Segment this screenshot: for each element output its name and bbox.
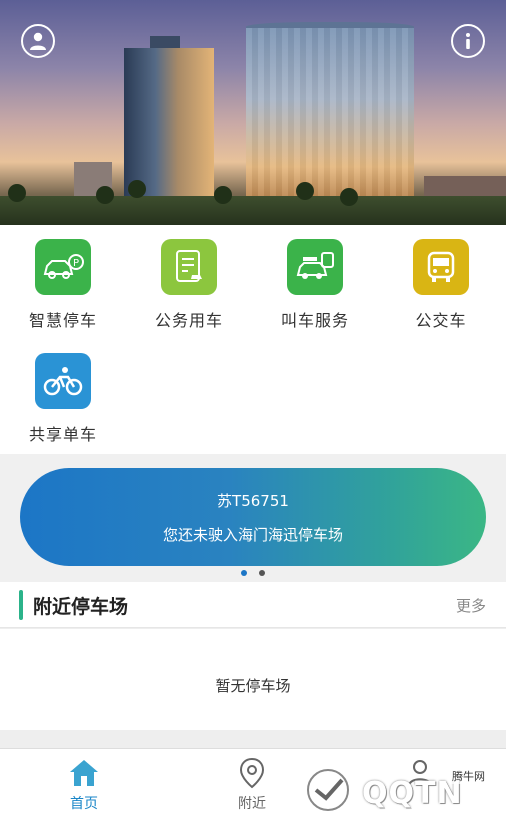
info-icon: [466, 33, 470, 49]
empty-state-text: 暂无停车场: [215, 677, 291, 695]
service-label: 叫车服务: [280, 311, 349, 330]
service-label: 智慧停车: [28, 311, 97, 330]
ground-image: [0, 196, 506, 225]
service-smart-parking[interactable]: P 智慧停车: [0, 225, 126, 335]
building-image: [246, 28, 414, 206]
bus-icon: [413, 239, 469, 295]
car-parking-icon: P: [35, 239, 91, 295]
tree-image: [8, 184, 26, 202]
document-car-icon: [161, 239, 217, 295]
nearby-list: 暂无停车场: [0, 629, 506, 730]
user-icon: [30, 32, 46, 50]
carousel-dot[interactable]: [241, 570, 247, 576]
service-label: 公交车: [415, 311, 467, 330]
profile-button[interactable]: [21, 24, 55, 58]
section-accent-bar: [19, 590, 23, 620]
service-grid: P 智慧停车 公务用车 叫车服务 公交车 共享单车: [0, 225, 506, 454]
service-official-car[interactable]: 公务用车: [126, 225, 252, 335]
section-title: 附近停车场: [33, 596, 129, 618]
tab-profile[interactable]: [336, 749, 504, 820]
bicycle-icon: [35, 353, 91, 409]
nearby-section-header: 附近停车场 更多: [0, 582, 506, 628]
home-icon: [68, 757, 100, 789]
tree-image: [296, 182, 314, 200]
tab-label: 首页: [70, 796, 98, 812]
bottom-tab-bar: 首页 附近: [0, 748, 506, 820]
parking-status-card[interactable]: 苏T56751 您还未驶入海门海迅停车场: [20, 468, 486, 566]
taxi-icon: [287, 239, 343, 295]
service-shared-bike[interactable]: 共享单车: [0, 339, 126, 449]
tree-image: [96, 186, 114, 204]
person-icon: [404, 757, 436, 789]
tab-nearby[interactable]: 附近: [168, 749, 336, 820]
service-label: 公务用车: [154, 311, 223, 330]
tree-image: [340, 188, 358, 206]
carousel-dot[interactable]: [259, 570, 265, 576]
service-label: 共享单车: [28, 425, 97, 444]
service-bus[interactable]: 公交车: [378, 225, 504, 335]
tree-image: [128, 180, 146, 198]
more-link[interactable]: 更多: [456, 595, 486, 616]
carousel-indicator: [0, 570, 506, 576]
tab-label: 附近: [238, 796, 266, 812]
info-button[interactable]: [451, 24, 485, 58]
license-plate: 苏T56751: [217, 492, 289, 510]
card-carousel: 苏T56751 您还未驶入海门海迅停车场: [0, 454, 506, 582]
parking-status-text: 您还未驶入海门海迅停车场: [162, 526, 343, 544]
tree-image: [214, 186, 232, 204]
svg-text:P: P: [73, 258, 79, 269]
service-call-car[interactable]: 叫车服务: [252, 225, 378, 335]
location-pin-icon: [236, 757, 268, 789]
hero-banner: [0, 0, 506, 225]
tab-home[interactable]: 首页: [0, 749, 168, 820]
